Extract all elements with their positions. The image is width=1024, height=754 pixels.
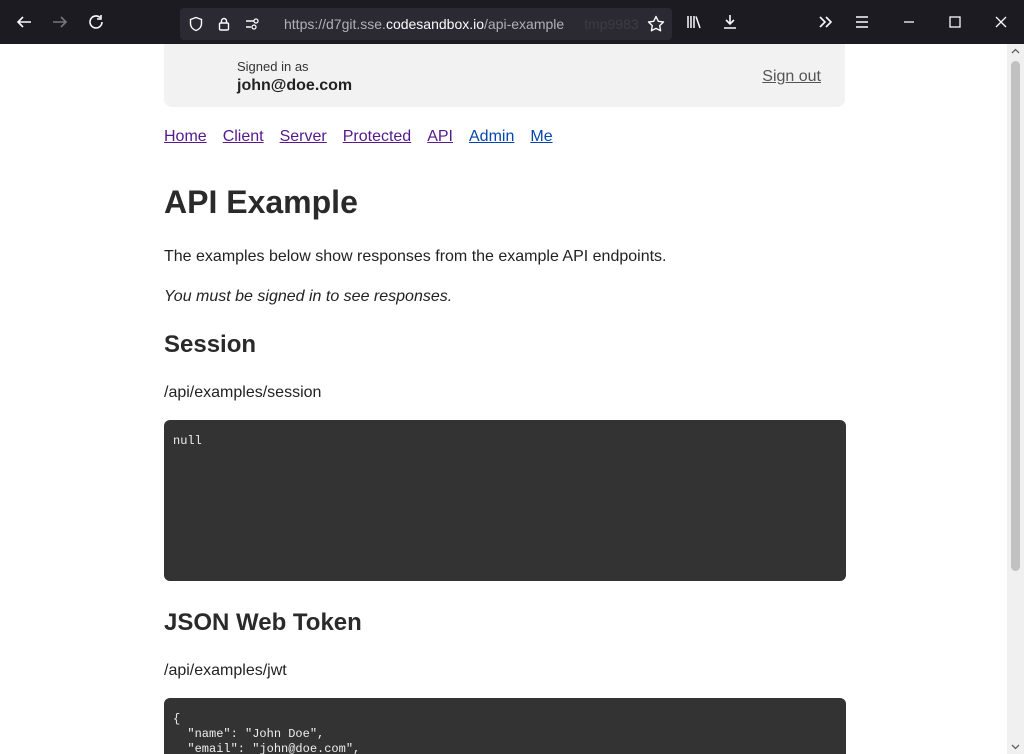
signed-in-banner: Signed in as john@doe.com Sign out (164, 44, 845, 107)
maximize-button[interactable] (937, 4, 973, 40)
downloads-button[interactable] (712, 4, 748, 40)
session-endpoint: /api/examples/session (164, 384, 322, 401)
signin-notice: You must be signed in to see responses. (164, 288, 453, 305)
overflow-menu-button[interactable] (808, 4, 844, 40)
intro-text: The examples below show responses from t… (164, 248, 667, 265)
nav-api-link[interactable]: API (427, 128, 453, 146)
minimize-icon (904, 21, 914, 23)
user-email: john@doe.com (237, 77, 353, 94)
bookmark-star-icon[interactable] (646, 14, 666, 34)
close-window-button[interactable] (983, 4, 1019, 40)
scroll-down-arrow-icon[interactable] (1011, 742, 1020, 751)
reload-button[interactable] (78, 4, 114, 40)
main-nav: Home Client Server Protected API Admin M… (164, 128, 569, 146)
library-icon (687, 16, 701, 29)
permissions-icon[interactable] (238, 16, 266, 32)
page-scrollbar[interactable] (1007, 44, 1024, 754)
session-response-block: null (164, 420, 846, 581)
scroll-up-arrow-icon[interactable] (1011, 47, 1020, 56)
back-button[interactable] (6, 4, 42, 40)
maximize-icon (949, 16, 961, 28)
double-chevron-icon (819, 16, 833, 28)
library-button[interactable] (676, 4, 712, 40)
app-menu-button[interactable] (844, 4, 880, 40)
url-overflow-text: tmp9983 (584, 16, 639, 32)
page-viewport: Signed in as john@doe.com Sign out Home … (0, 44, 1007, 754)
browser-toolbar: https://d7git.sse.codesandbox.io/api-exa… (0, 0, 1024, 44)
reload-icon (89, 15, 103, 29)
jwt-response-block: { "name": "John Doe", "email": "john@doe… (164, 698, 846, 754)
nav-admin-link[interactable]: Admin (469, 128, 514, 146)
session-heading: Session (164, 331, 257, 358)
url-text: https://d7git.sse.codesandbox.io/api-exa… (284, 16, 565, 32)
forward-arrow-icon (53, 16, 68, 28)
address-bar[interactable]: https://d7git.sse.codesandbox.io/api-exa… (180, 8, 672, 40)
lock-icon[interactable] (210, 16, 238, 32)
forward-button[interactable] (42, 4, 78, 40)
shield-icon[interactable] (182, 16, 210, 32)
scroll-thumb[interactable] (1011, 61, 1020, 571)
download-icon (724, 15, 736, 29)
back-arrow-icon (16, 16, 31, 28)
nav-home-link[interactable]: Home (164, 128, 207, 146)
jwt-heading: JSON Web Token (164, 609, 362, 636)
minimize-button[interactable] (891, 4, 927, 40)
nav-protected-link[interactable]: Protected (343, 128, 411, 146)
sign-out-link[interactable]: Sign out (762, 68, 821, 86)
signed-in-label: Signed in as (237, 59, 309, 74)
hamburger-icon (856, 16, 868, 28)
nav-me-link[interactable]: Me (530, 128, 552, 146)
nav-server-link[interactable]: Server (280, 128, 327, 146)
jwt-endpoint: /api/examples/jwt (164, 662, 287, 679)
nav-client-link[interactable]: Client (223, 128, 264, 146)
page-title: API Example (164, 184, 358, 220)
close-icon (995, 16, 1007, 28)
